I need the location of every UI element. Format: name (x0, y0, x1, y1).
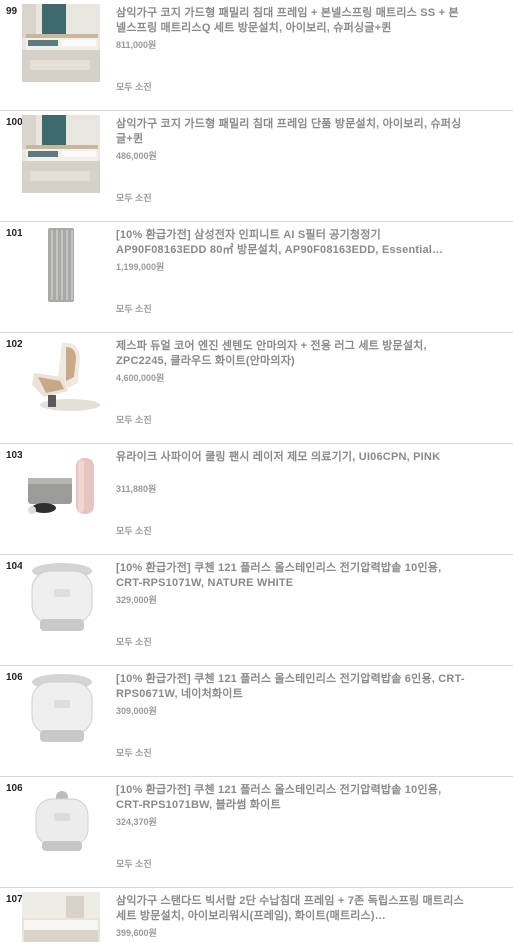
rank-number: 101 (6, 228, 23, 239)
storage-bed-image[interactable] (22, 892, 100, 942)
rank-number: 106 (6, 783, 23, 794)
stock-status: 모두 소진 (116, 415, 152, 425)
rice-cooker-small-image[interactable] (22, 781, 100, 859)
massage-chair-image[interactable] (22, 337, 100, 415)
list-item[interactable]: 99 삼익가구 코지 가드형 패밀리 침대 프레임 + 본넬스프링 매트리스 S… (0, 0, 513, 111)
family-bed-image[interactable] (22, 4, 100, 82)
stock-status: 모두 소진 (116, 304, 152, 314)
list-item[interactable]: 100 삼익가구 코지 가드형 패밀리 침대 프레임 단품 방문설치, 아이보리… (0, 111, 513, 222)
rank-number: 103 (6, 450, 23, 461)
product-price: 309,000원 (116, 706, 157, 716)
product-title[interactable]: 삼익가구 코지 가드형 패밀리 침대 프레임 단품 방문설치, 아이보리, 슈퍼… (116, 117, 466, 147)
list-item[interactable]: 107 삼익가구 스탠다드 빅서랍 2단 수납침대 프레임 + 7존 독립스프링… (0, 888, 513, 943)
list-item[interactable]: 102 제스파 듀얼 코어 엔진 센텐도 안마의자 + 전용 러그 세트 방문설… (0, 333, 513, 444)
product-price: 1,199,000원 (116, 262, 165, 272)
product-price: 811,000원 (116, 40, 157, 50)
stock-status: 모두 소진 (116, 859, 152, 869)
product-title[interactable]: 유라이크 사파이어 쿨링 팬시 레이저 제모 의료기기, UI06CPN, PI… (116, 450, 466, 465)
product-price: 399,600원 (116, 928, 157, 938)
product-list: 99 삼익가구 코지 가드형 패밀리 침대 프레임 + 본넬스프링 매트리스 S… (0, 0, 513, 943)
stock-status: 모두 소진 (116, 82, 152, 92)
rank-number: 106 (6, 672, 23, 683)
product-price: 311,880원 (116, 484, 157, 494)
product-title[interactable]: 삼익가구 스탠다드 빅서랍 2단 수납침대 프레임 + 7존 독립스프링 매트리… (116, 894, 466, 924)
list-item[interactable]: 106 [10% 환급가전] 쿠첸 121 플러스 올스테인리스 전기압력밥솥 … (0, 666, 513, 777)
laser-device-image[interactable] (22, 448, 100, 526)
product-title[interactable]: [10% 환급가전] 삼성전자 인피니트 AI S필터 공기청정기 AP90F0… (116, 228, 466, 258)
rank-number: 99 (6, 6, 18, 17)
stock-status: 모두 소진 (116, 637, 152, 647)
product-title[interactable]: [10% 환급가전] 쿠첸 121 플러스 올스테인리스 전기압력밥솥 10인용… (116, 783, 466, 813)
rank-number: 100 (6, 117, 23, 128)
stock-status: 모두 소진 (116, 526, 152, 536)
rank-number: 104 (6, 561, 23, 572)
product-title[interactable]: [10% 환급가전] 쿠첸 121 플러스 올스테인리스 전기압력밥솥 6인용,… (116, 672, 466, 702)
list-item[interactable]: 101 [10% 환급가전] 삼성전자 인피니트 AI S필터 공기청정기 AP… (0, 222, 513, 333)
product-title[interactable]: [10% 환급가전] 쿠첸 121 플러스 올스테인리스 전기압력밥솥 10인용… (116, 561, 466, 591)
rice-cooker-image[interactable] (22, 670, 100, 748)
stock-status: 모두 소진 (116, 193, 152, 203)
list-item[interactable]: 106 [10% 환급가전] 쿠첸 121 플러스 올스테인리스 전기압력밥솥 … (0, 777, 513, 888)
product-price: 486,000원 (116, 151, 157, 161)
product-title[interactable]: 제스파 듀얼 코어 엔진 센텐도 안마의자 + 전용 러그 세트 방문설치, Z… (116, 339, 466, 369)
product-price: 324,370원 (116, 817, 157, 827)
product-title[interactable]: 삼익가구 코지 가드형 패밀리 침대 프레임 + 본넬스프링 매트리스 SS +… (116, 6, 466, 36)
product-price: 329,000원 (116, 595, 157, 605)
stock-status: 모두 소진 (116, 748, 152, 758)
air-purifier-image[interactable] (22, 226, 100, 304)
rank-number: 102 (6, 339, 23, 350)
family-bed-image[interactable] (22, 115, 100, 193)
rice-cooker-image[interactable] (22, 559, 100, 637)
list-item[interactable]: 103 유라이크 사파이어 쿨링 팬시 레이저 제모 의료기기, UI06CPN… (0, 444, 513, 555)
list-item[interactable]: 104 [10% 환급가전] 쿠첸 121 플러스 올스테인리스 전기압력밥솥 … (0, 555, 513, 666)
product-price: 4,600,000원 (116, 373, 165, 383)
rank-number: 107 (6, 894, 23, 905)
